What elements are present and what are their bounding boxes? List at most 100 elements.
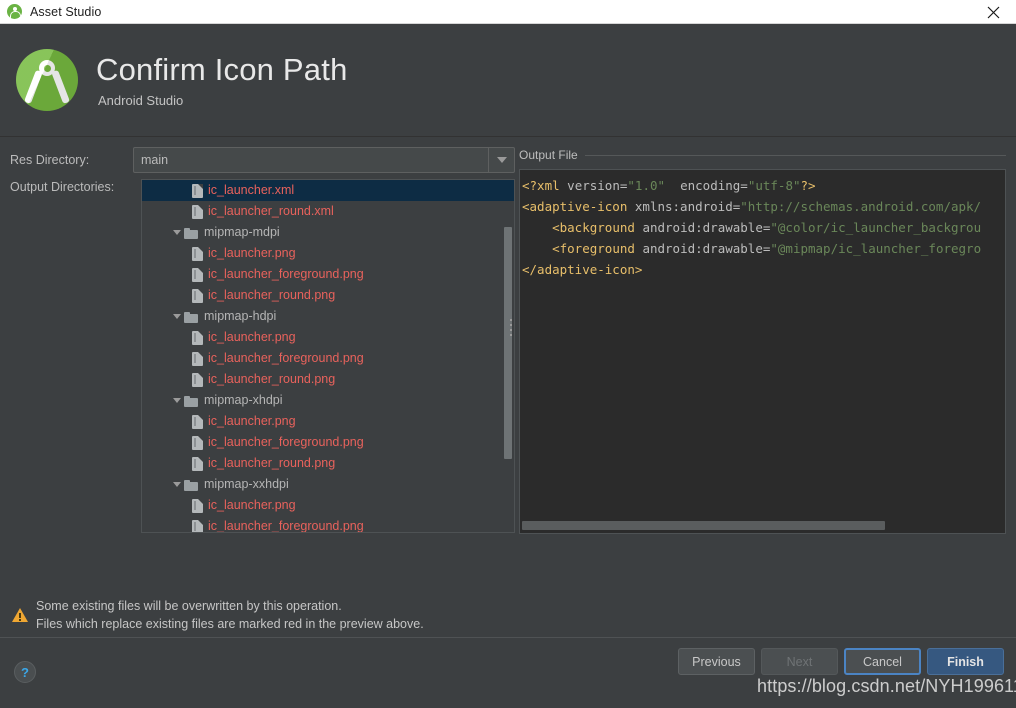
tree-row[interactable]: ic_launcher.png (142, 243, 514, 264)
code-token: "utf-8" (748, 178, 801, 193)
tree-row[interactable]: ic_launcher.png (142, 495, 514, 516)
tree-item-label: ic_launcher.png (208, 247, 296, 260)
tree-row[interactable]: ic_launcher.png (142, 411, 514, 432)
file-icon (192, 247, 203, 261)
dialog-button-bar: PreviousNextCancelFinish (678, 648, 1004, 675)
tree-item-label: ic_launcher.png (208, 415, 296, 428)
tree-row[interactable]: ic_launcher_round.png (142, 369, 514, 390)
dialog-header: Confirm Icon Path Android Studio (0, 24, 1016, 137)
previous-button[interactable]: Previous (678, 648, 755, 675)
res-directory-value: main (134, 153, 488, 167)
folder-icon (184, 227, 199, 239)
close-icon[interactable] (970, 0, 1016, 24)
tree-item-label: mipmap-mdpi (204, 226, 280, 239)
code-token (665, 178, 680, 193)
warning-text: Some existing files will be overwritten … (36, 598, 424, 633)
code-line: <adaptive-icon xmlns:android="http://sch… (522, 196, 1005, 217)
chevron-down-icon[interactable] (170, 314, 184, 319)
code-token: <?xml (522, 178, 560, 193)
code-line: </adaptive-icon> (522, 259, 1005, 280)
tree-item-label: ic_launcher_round.xml (208, 205, 334, 218)
tree-item-label: ic_launcher_foreground.png (208, 520, 364, 532)
tree-row[interactable]: ic_launcher_round.png (142, 285, 514, 306)
code-token: "http://schemas.android.com/apk/ (740, 199, 981, 214)
page-title: Confirm Icon Path (96, 52, 348, 88)
output-file-preview[interactable]: <?xml version="1.0" encoding="utf-8"?><a… (519, 169, 1006, 534)
code-line: <background android:drawable="@color/ic_… (522, 217, 1005, 238)
file-icon (192, 205, 203, 219)
cancel-button[interactable]: Cancel (844, 648, 921, 675)
xml-code-content: <?xml version="1.0" encoding="utf-8"?><a… (522, 175, 1005, 280)
next-button: Next (761, 648, 838, 675)
code-token: "1.0" (627, 178, 665, 193)
xml-horizontal-scrollbar[interactable] (522, 521, 1003, 530)
file-icon (192, 331, 203, 345)
tree-item-label: ic_launcher_round.png (208, 373, 335, 386)
chevron-down-icon[interactable] (170, 482, 184, 487)
tree-item-label: mipmap-xxhdpi (204, 478, 289, 491)
chevron-down-icon[interactable] (170, 398, 184, 403)
file-icon (192, 415, 203, 429)
chevron-down-icon[interactable] (488, 148, 514, 172)
tree-row[interactable]: mipmap-mdpi (142, 222, 514, 243)
xml-scrollbar-thumb[interactable] (522, 521, 885, 530)
tree-row[interactable]: ic_launcher_foreground.png (142, 516, 514, 532)
panel-splitter-handle[interactable] (508, 312, 514, 342)
warning-area: Some existing files will be overwritten … (0, 592, 1016, 637)
code-token: version= (567, 178, 627, 193)
res-directory-row: Res Directory: main (10, 147, 515, 173)
code-token (522, 220, 552, 235)
page-subtitle: Android Studio (98, 93, 348, 108)
output-file-title: Output File (519, 148, 578, 162)
android-studio-logo (16, 49, 78, 111)
tree-row[interactable]: ic_launcher.xml (142, 180, 514, 201)
res-directory-combo[interactable]: main (133, 147, 515, 173)
tree-row[interactable]: mipmap-xhdpi (142, 390, 514, 411)
android-studio-icon (7, 4, 22, 19)
output-directories-label: Output Directories: (10, 180, 133, 194)
tree-item-label: ic_launcher_foreground.png (208, 436, 364, 449)
output-directories-tree[interactable]: ic_launcher.xml ic_launcher_round.xmlmipm… (141, 179, 515, 533)
file-icon (192, 457, 203, 471)
file-icon (192, 436, 203, 450)
file-icon (192, 520, 203, 533)
tree-item-label: ic_launcher_foreground.png (208, 268, 364, 281)
help-button[interactable]: ? (14, 661, 36, 683)
file-icon (192, 352, 203, 366)
tree-row[interactable]: ic_launcher_round.png (142, 453, 514, 474)
code-token: android:drawable= (642, 220, 770, 235)
tree-row[interactable]: ic_launcher_foreground.png (142, 348, 514, 369)
code-token: <foreground (552, 241, 635, 256)
tree-row[interactable]: mipmap-hdpi (142, 306, 514, 327)
tree-item-label: ic_launcher.png (208, 331, 296, 344)
code-token: ?> (801, 178, 816, 193)
folder-icon (184, 395, 199, 407)
warning-line-1: Some existing files will be overwritten … (36, 598, 424, 616)
folder-icon (184, 479, 199, 491)
window-titlebar: Asset Studio (0, 0, 1016, 24)
header-text-group: Confirm Icon Path Android Studio (96, 52, 348, 108)
finish-button[interactable]: Finish (927, 648, 1004, 675)
code-token: <adaptive-icon (522, 199, 627, 214)
file-icon (192, 499, 203, 513)
right-column: Output File <?xml version="1.0" encoding… (519, 147, 1006, 592)
tree-item-label: mipmap-hdpi (204, 310, 276, 323)
code-token: "@mipmap/ic_launcher_foregro (770, 241, 981, 256)
tree-row[interactable]: ic_launcher_foreground.png (142, 432, 514, 453)
code-token: "@color/ic_launcher_backgrou (770, 220, 981, 235)
code-line: <foreground android:drawable="@mipmap/ic… (522, 238, 1005, 259)
tree-item-label: ic_launcher_round.png (208, 289, 335, 302)
tree-vertical-scrollbar[interactable] (504, 227, 512, 459)
tree-row[interactable]: ic_launcher.png (142, 327, 514, 348)
tree-scroll-area[interactable]: ic_launcher.xml ic_launcher_round.xmlmipm… (142, 180, 514, 532)
code-token (522, 241, 552, 256)
code-token: <background (552, 220, 635, 235)
tree-row[interactable]: ic_launcher_round.xml (142, 201, 514, 222)
tree-row[interactable]: ic_launcher_foreground.png (142, 264, 514, 285)
file-icon (192, 268, 203, 282)
warning-line-2: Files which replace existing files are m… (36, 616, 424, 634)
tree-item-label: ic_launcher.png (208, 499, 296, 512)
chevron-down-icon[interactable] (170, 230, 184, 235)
tree-item-label: mipmap-xhdpi (204, 394, 283, 407)
tree-row[interactable]: mipmap-xxhdpi (142, 474, 514, 495)
